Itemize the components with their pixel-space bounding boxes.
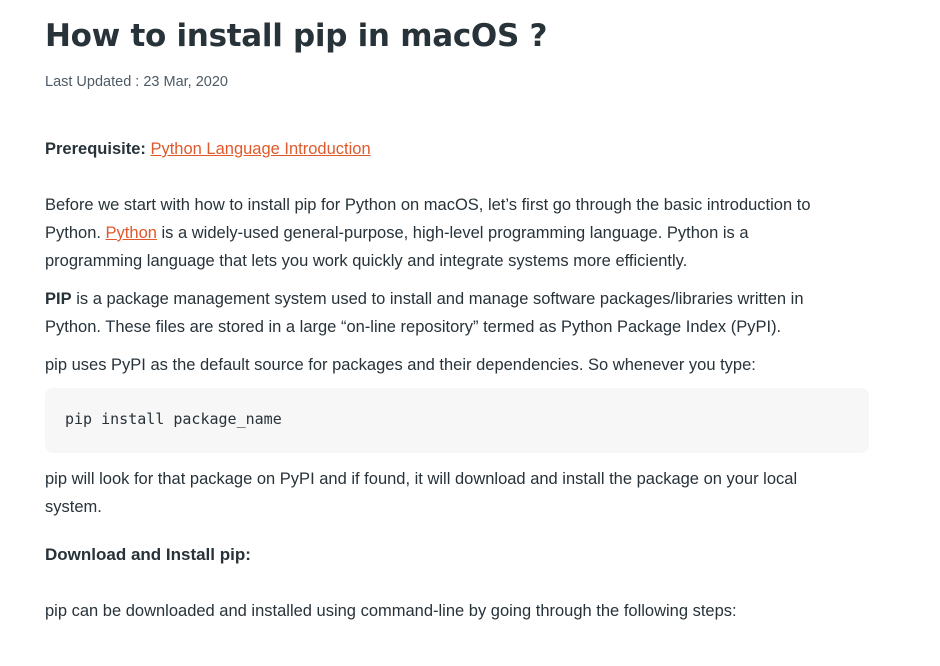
lookup-line-2: system. [45,498,102,516]
intro-line-2-start: Python. [45,224,106,242]
python-link[interactable]: Python [106,224,157,242]
intro-line-1: Before we start with how to install pip … [45,196,811,214]
steps-intro-paragraph: pip can be downloaded and installed usin… [45,597,875,625]
pip-term: PIP [45,290,72,308]
lookup-line-1: pip will look for that package on PyPI a… [45,470,798,488]
code-block: pip install package_name [45,388,869,453]
pip-definition-rest: is a package management system used to i… [71,290,804,308]
intro-paragraph: Before we start with how to install pip … [45,191,875,275]
prerequisite-label: Prerequisite: [45,140,146,158]
last-updated-date: Last Updated : 23 Mar, 2020 [45,74,228,90]
pip-definition-line-1: PIP is a package management system used … [45,285,875,313]
pip-definition-line-2: Python. These files are stored in a larg… [45,318,782,336]
pip-definition-paragraph: PIP is a package management system used … [45,285,875,341]
download-install-heading: Download and Install pip: [45,545,251,564]
intro-line-2: Python. Python is a widely-used general-… [45,219,875,247]
pypi-usage-line: pip uses PyPI as the default source for … [45,356,756,374]
intro-line-2-end: is a widely-used general-purpose, high-l… [156,224,749,242]
prerequisite-line: Prerequisite: Python Language Introducti… [45,135,875,163]
prerequisite-link[interactable]: Python Language Introduction [150,140,370,158]
steps-intro-line: pip can be downloaded and installed usin… [45,602,737,620]
article: How to install pip in macOS ? Last Updat… [0,0,940,666]
pypi-usage-paragraph: pip uses PyPI as the default source for … [45,351,875,379]
intro-line-3: programming language that lets you work … [45,252,688,270]
code-command[interactable]: pip install package_name [65,410,282,428]
lookup-paragraph: pip will look for that package on PyPI a… [45,465,875,521]
article-title: How to install pip in macOS ? [45,18,548,54]
